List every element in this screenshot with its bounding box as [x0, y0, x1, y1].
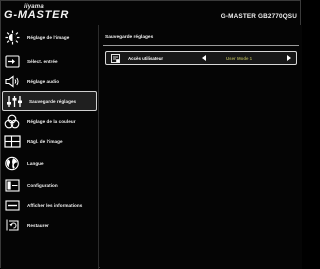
sidebar-item-label: Réglage de l'image [27, 34, 70, 40]
sidebar-item-settings-save[interactable]: Sauvegarde réglages [2, 91, 97, 111]
sidebar-item-image-adjust[interactable]: Rägl. de l'image [1, 131, 98, 151]
brightness-icon [1, 27, 23, 47]
sliders-icon [3, 91, 25, 111]
sidebar-item-label: Sélect. entrée [27, 58, 58, 64]
model-name: G-MASTER GB2770QSU [220, 13, 297, 20]
sidebar-item-label: Réglage audio [27, 78, 60, 84]
sidebar-item-setup[interactable]: Configuration [1, 175, 98, 195]
input-icon [1, 51, 23, 71]
sidebar-item-label: Langue [27, 160, 44, 166]
color-circles-icon [1, 111, 23, 131]
sidebar-item-language[interactable]: Langue [1, 153, 98, 173]
brand-logo: G-MASTER [4, 9, 70, 21]
sidebar-item-color-adjust[interactable]: Réglage de la couleur [1, 111, 98, 131]
osd-window: iiyama G-MASTER G-MASTER GB2770QSU Régla… [0, 0, 302, 269]
setting-label: Accès utilisateur [128, 55, 164, 61]
user-mode-icon [111, 54, 120, 63]
speaker-icon [1, 71, 23, 91]
sidebar-item-input-select[interactable]: Sélect. entrée [1, 51, 98, 71]
sidebar-item-label: Réglage de la couleur [27, 118, 76, 124]
settings-panel: Sauvegarde réglages Accès utilisateur Us… [100, 25, 302, 269]
user-access-setting[interactable]: Accès utilisateur User Mode 1 [105, 51, 297, 65]
sidebar: Réglage de l'image Sélect. entrée Réglag… [1, 25, 99, 269]
globe-icon [1, 153, 23, 173]
sidebar-item-reset[interactable]: Restaurer [1, 215, 98, 235]
image-grid-icon [1, 131, 23, 151]
section-title: Sauvegarde réglages [105, 35, 154, 40]
sidebar-item-label: Restaurer [27, 222, 49, 228]
sidebar-item-audio[interactable]: Réglage audio [1, 71, 98, 91]
sidebar-item-label: Sauvegarde réglages [29, 98, 77, 104]
sidebar-item-label: Configuration [27, 182, 58, 188]
divider [103, 45, 299, 46]
setting-value: User Mode 1 [226, 55, 253, 61]
arrow-right-icon[interactable] [287, 55, 291, 61]
information-icon [1, 195, 23, 215]
reset-icon [1, 215, 23, 235]
sidebar-item-picture-adjust[interactable]: Réglage de l'image [1, 27, 98, 47]
sidebar-item-label: Afficher les informations [27, 202, 83, 208]
arrow-left-icon[interactable] [202, 55, 206, 61]
sidebar-item-information[interactable]: Afficher les informations [1, 195, 98, 215]
sidebar-item-label: Rägl. de l'image [27, 138, 63, 144]
setup-icon [1, 175, 23, 195]
